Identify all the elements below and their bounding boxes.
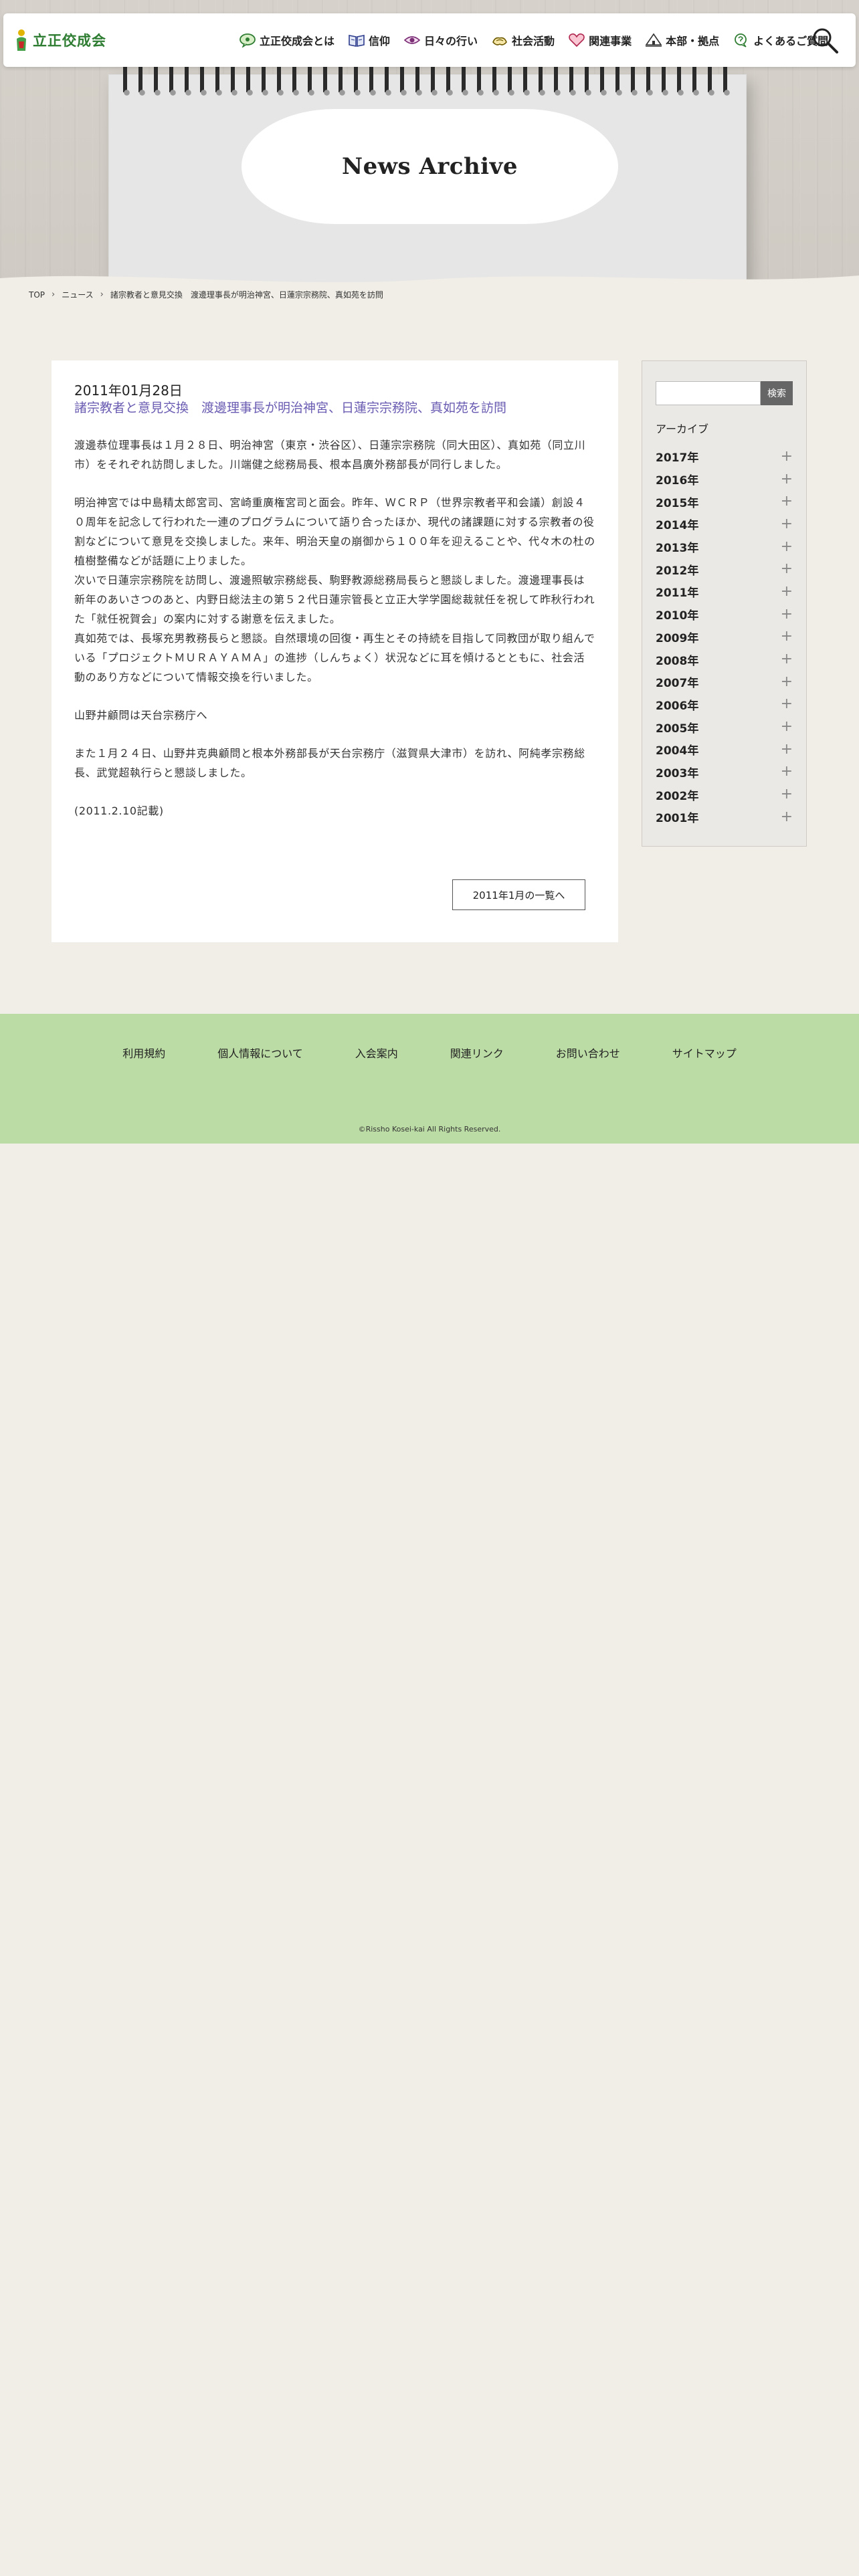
archive-year-list: 2017年 + 2016年 + 2015年 + 2014年 + 2013年 + 2012年… — [656, 445, 793, 829]
archive-year-2002[interactable]: 2002年 + — [656, 783, 793, 806]
plus-icon: + — [780, 740, 793, 758]
article-card: 2011年01月28日 諸宗教者と意見交換 渡邊理事長が明治神宮、日蓮宗宗務院、… — [52, 360, 618, 942]
article-paragraph: 渡邊恭位理事長は１月２８日、明治神宮（東京・渋谷区）、日蓮宗宗務院（同大田区）、… — [74, 439, 586, 471]
article-title: 諸宗教者と意見交換 渡邊理事長が明治神宮、日蓮宗宗務院、真如苑を訪問 — [74, 401, 507, 415]
footer-link-terms[interactable]: 利用規約 — [122, 1045, 165, 1061]
site-header: 立正佼成会 立正佼成会とは 信仰 日々の行い 社会活動 関連事業 本部・拠点 よ… — [3, 13, 856, 67]
nav-item-related-business[interactable]: 関連事業 — [568, 32, 632, 48]
plus-icon: + — [780, 651, 793, 668]
archive-year-2005[interactable]: 2005年 + — [656, 716, 793, 738]
archive-year-2014[interactable]: 2014年 + — [656, 513, 793, 536]
building-icon — [645, 33, 662, 47]
plus-icon: + — [780, 695, 793, 713]
plus-icon: + — [780, 808, 793, 825]
copyright: ©Rissho Kosei-kai All Rights Reserved. — [358, 1125, 501, 1134]
nav-item-faith[interactable]: 信仰 — [348, 32, 390, 48]
search-icon — [813, 28, 838, 53]
plus-icon: + — [780, 628, 793, 645]
article-paragraph: また１月２４日、山野井克典顧問と根本外務部長が天台宗務庁（滋賀県大津市）を訪れ、… — [74, 747, 585, 779]
plus-icon: + — [780, 470, 793, 488]
plus-icon: + — [780, 538, 793, 555]
archive-year-2009[interactable]: 2009年 + — [656, 626, 793, 649]
archive-year-2016[interactable]: 2016年 + — [656, 468, 793, 491]
archive-sidebar: 検索 アーカイブ 2017年 + 2016年 + 2015年 + 2014年 + 201… — [642, 360, 807, 847]
archive-year-2010[interactable]: 2010年 + — [656, 603, 793, 626]
nav-item-headquarters[interactable]: 本部・拠点 — [645, 32, 719, 48]
hands-icon — [492, 37, 507, 45]
plus-icon: + — [780, 718, 793, 736]
sidebar-search-button[interactable]: 検索 — [761, 381, 793, 405]
archive-year-2011[interactable]: 2011年 + — [656, 580, 793, 603]
chevron-right-icon: › — [100, 290, 104, 300]
archive-year-2008[interactable]: 2008年 + — [656, 648, 793, 671]
archive-year-2017[interactable]: 2017年 + — [656, 445, 793, 468]
breadcrumb-current: 諸宗教者と意見交換 渡邊理事長が明治神宮、日蓮宗宗務院、真如苑を訪問 — [110, 290, 383, 300]
article-paragraph: 次いで日蓮宗宗務院を訪問し、渡邊照敏宗務総長、駒野教源総務局長らと懇談しました。… — [74, 574, 595, 625]
archive-year-2003[interactable]: 2003年 + — [656, 761, 793, 784]
footer-links: 利用規約 個人情報について 入会案内 関連リンク お問い合わせ サイトマップ — [0, 1045, 859, 1061]
speech-bubble-icon — [240, 33, 256, 47]
footer-link-membership[interactable]: 入会案内 — [355, 1045, 398, 1061]
site-logo[interactable]: 立正佼成会 — [14, 28, 106, 52]
notebook-spiral — [119, 64, 735, 102]
archive-year-2015[interactable]: 2015年 + — [656, 490, 793, 513]
plus-icon: + — [780, 515, 793, 532]
article-date: 2011年01月28日 — [74, 383, 183, 399]
page-title: News Archive — [342, 153, 518, 180]
footer-link-sitemap[interactable]: サイトマップ — [672, 1045, 737, 1061]
breadcrumb-top[interactable]: TOP — [29, 290, 45, 300]
plus-icon: + — [780, 763, 793, 780]
archive-year-2004[interactable]: 2004年 + — [656, 738, 793, 761]
question-bubble-icon — [735, 33, 747, 47]
plus-icon: + — [780, 673, 793, 690]
plus-icon: + — [780, 493, 793, 510]
back-to-month-list-button[interactable]: 2011年1月の一覧へ — [452, 879, 585, 910]
main-nav: 立正佼成会とは 信仰 日々の行い 社会活動 関連事業 本部・拠点 よくあるご質問 — [239, 13, 828, 67]
chevron-right-icon: › — [52, 290, 56, 300]
breadcrumb-news[interactable]: ニュース — [62, 289, 93, 300]
plus-icon: + — [780, 786, 793, 803]
plus-icon: + — [780, 447, 793, 465]
article-paragraph: 真如苑では、長塚充男教務長らと懇談。自然環境の回復・再生とその持続を目指して同教… — [74, 632, 595, 683]
plus-icon: + — [780, 582, 793, 600]
plus-icon: + — [780, 605, 793, 623]
sidebar-search-input[interactable] — [656, 381, 761, 405]
archive-year-2012[interactable]: 2012年 + — [656, 558, 793, 580]
logo-text: 立正佼成会 — [33, 32, 106, 49]
article-subheading: 山野井顧問は天台宗務庁へ — [74, 709, 208, 722]
nav-item-about[interactable]: 立正佼成会とは — [239, 32, 335, 48]
footer-link-related-links[interactable]: 関連リンク — [450, 1045, 504, 1061]
footer-link-contact[interactable]: お問い合わせ — [556, 1045, 620, 1061]
archive-year-2006[interactable]: 2006年 + — [656, 693, 793, 716]
nav-item-daily-practice[interactable]: 日々の行い — [403, 32, 478, 48]
archive-year-2001[interactable]: 2001年 + — [656, 806, 793, 829]
nav-item-social-activities[interactable]: 社会活動 — [491, 32, 555, 48]
site-footer: 利用規約 個人情報について 入会案内 関連リンク お問い合わせ サイトマップ ©… — [0, 1014, 859, 1144]
open-book-icon — [349, 35, 365, 47]
header-search-button[interactable] — [810, 25, 840, 55]
article-paragraph: 明治神宮では中島精太郎宮司、宮崎重廣権宮司と面会。昨年、ＷＣＲＰ（世界宗教者平和… — [74, 496, 595, 567]
article-note: (2011.2.10記載) — [74, 804, 164, 817]
archive-year-2007[interactable]: 2007年 + — [656, 671, 793, 693]
heart-icon — [569, 33, 585, 47]
sidebar-search: 検索 — [656, 381, 793, 405]
footer-link-privacy[interactable]: 個人情報について — [217, 1045, 303, 1061]
breadcrumb: TOP › ニュース › 諸宗教者と意見交換 渡邊理事長が明治神宮、日蓮宗宗務院… — [29, 289, 383, 300]
logo-mark-icon — [17, 29, 26, 51]
archive-heading: アーカイブ — [656, 423, 709, 435]
hero-title-bubble: News Archive — [242, 109, 618, 224]
eye-icon — [403, 36, 421, 44]
archive-year-2013[interactable]: 2013年 + — [656, 536, 793, 558]
plus-icon: + — [780, 560, 793, 578]
article-body: 渡邊恭位理事長は１月２８日、明治神宮（東京・渋谷区）、日蓮宗宗務院（同大田区）、… — [74, 435, 595, 821]
